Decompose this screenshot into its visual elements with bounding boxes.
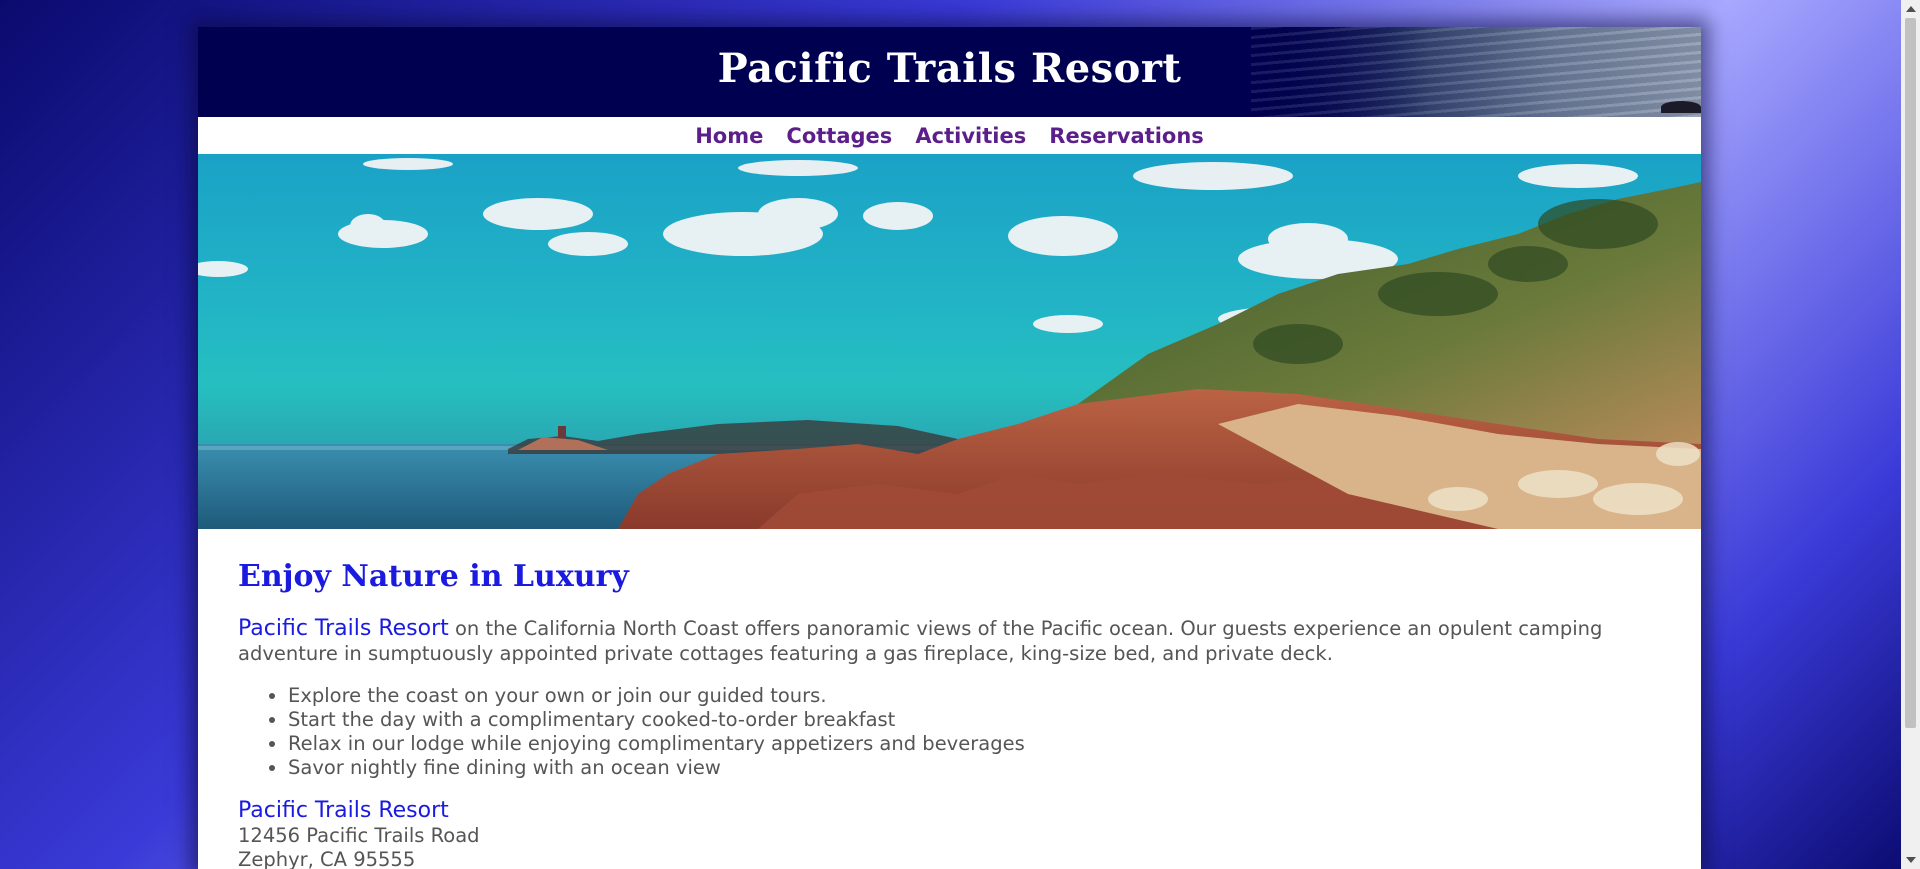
list-item: Explore the coast on your own or join ou… (288, 684, 1661, 708)
coastal-landscape-svg (198, 158, 1701, 529)
intro-paragraph: Pacific Trails Resort on the California … (238, 616, 1661, 666)
scroll-down-icon[interactable] (1906, 857, 1916, 863)
list-item: Relax in our lodge while enjoying compli… (288, 732, 1661, 756)
address-city: Zephyr, CA 95555 (238, 848, 416, 869)
nav-reservations[interactable]: Reservations (1049, 124, 1204, 148)
list-item: Start the day with a complimentary cooke… (288, 708, 1661, 732)
hero-image (198, 154, 1701, 529)
address-name: Pacific Trails Resort (238, 798, 449, 823)
main-heading: Enjoy Nature in Luxury (238, 559, 629, 594)
site-title: Pacific Trails Resort (717, 45, 1182, 92)
address-street: 12456 Pacific Trails Road (238, 824, 480, 847)
scroll-thumb[interactable] (1905, 18, 1916, 728)
intro-resort-name: Pacific Trails Resort (238, 616, 449, 641)
main-content: Enjoy Nature in Luxury Pacific Trails Re… (198, 529, 1701, 869)
nav-home[interactable]: Home (695, 124, 763, 148)
main-nav: Home Cottages Activities Reservations (198, 117, 1701, 154)
features-list: Explore the coast on your own or join ou… (238, 684, 1661, 780)
page-wrapper: Pacific Trails Resort Home Cottages Acti… (198, 27, 1701, 869)
header-rock-shape (1661, 101, 1701, 113)
site-header: Pacific Trails Resort (198, 27, 1701, 117)
list-item: Savor nightly fine dining with an ocean … (288, 756, 1661, 780)
vertical-scrollbar[interactable] (1901, 0, 1920, 869)
nav-activities[interactable]: Activities (915, 124, 1026, 148)
address-block: Pacific Trails Resort 12456 Pacific Trai… (238, 798, 1661, 869)
nav-cottages[interactable]: Cottages (786, 124, 892, 148)
scroll-up-icon[interactable] (1906, 6, 1916, 12)
